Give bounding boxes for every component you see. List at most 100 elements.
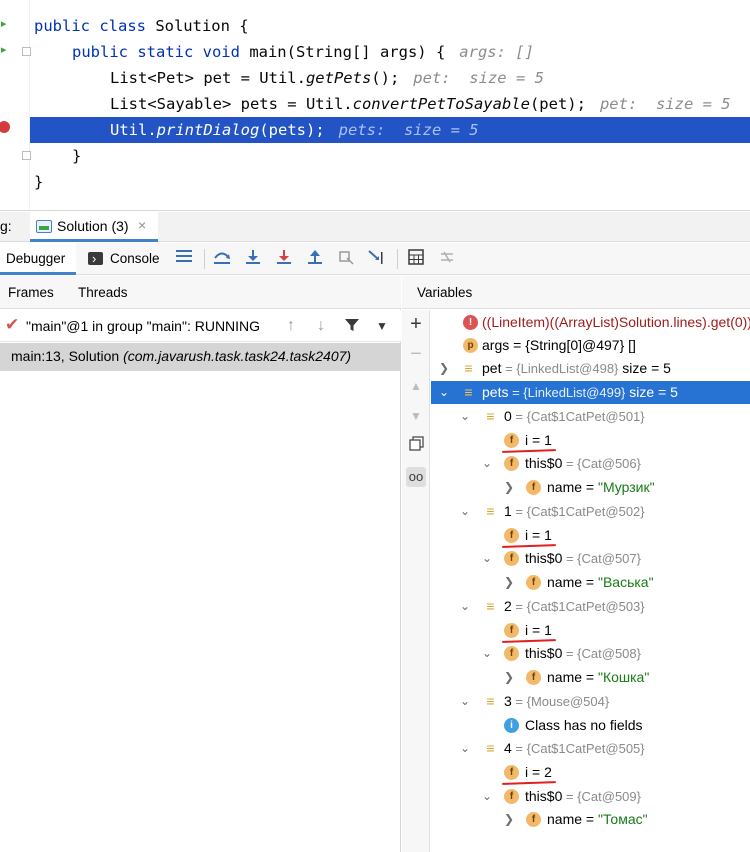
list-icon: ≡ [486, 598, 495, 614]
info-icon: i [504, 718, 519, 733]
close-icon[interactable]: × [138, 217, 146, 233]
inline-debug-hint: pet: size = 5 [599, 95, 731, 113]
layout-menu-icon[interactable] [174, 249, 194, 269]
checkmark-icon: ✔ [5, 315, 20, 334]
variable-row-pet[interactable]: ❯ ≡ pet = {LinkedList@498} size = 5 [431, 357, 750, 380]
tab-debugger[interactable]: Debugger [0, 243, 76, 275]
arrow-down-icon[interactable]: ↓ [312, 317, 330, 335]
glasses-icon[interactable]: oo [406, 467, 426, 487]
field-icon: f [504, 646, 519, 661]
field-icon: f [504, 551, 519, 566]
drop-frame-icon[interactable] [336, 249, 356, 269]
run-to-cursor-icon[interactable] [367, 249, 387, 269]
step-out-icon[interactable] [305, 249, 325, 269]
session-tab-label: Solution (3) [57, 218, 129, 234]
code-line[interactable]: public static void main(String[] args) {… [0, 39, 750, 65]
tab-solution-session[interactable]: Solution (3) × [30, 212, 158, 242]
thread-label: "main"@1 in group "main": RUNNING [26, 318, 261, 334]
field-icon: f [526, 670, 541, 685]
variables-header: Variables [402, 276, 750, 309]
chevron-down-icon[interactable]: ⌄ [481, 785, 493, 808]
evaluate-expression-icon[interactable] [406, 249, 426, 269]
step-into-icon[interactable] [243, 249, 263, 269]
plus-icon[interactable]: + [406, 314, 426, 334]
code-editor[interactable]: ▸ ▸ public class Solution { public stati… [0, 0, 750, 211]
run-configuration-icon [36, 220, 52, 233]
filter-icon[interactable] [343, 317, 361, 335]
field-row-this0[interactable]: ⌄ f this$0 = {Cat@507} [431, 547, 750, 570]
code-line[interactable]: List<Pet> pet = Util.getPets(); pet: size… [0, 65, 750, 91]
chevron-right-icon[interactable]: ❯ [503, 808, 515, 831]
field-icon: f [504, 789, 519, 804]
field-row-i[interactable]: f i = 2 [431, 761, 750, 784]
inline-debug-hint: pet: size = 5 [413, 69, 544, 87]
field-row-this0[interactable]: ⌄ f this$0 = {Cat@506} [431, 452, 750, 475]
frames-pane: Frames Threads ✔ "main"@1 in group "main… [0, 276, 401, 852]
force-step-into-icon[interactable] [274, 249, 294, 269]
debug-window-label: g: [0, 218, 12, 234]
list-icon: ≡ [486, 740, 495, 756]
list-item-1[interactable]: ⌄ ≡ 1 = {Cat$1CatPet@502} [431, 500, 750, 523]
chevron-right-icon[interactable]: ❯ [503, 666, 515, 689]
chevron-down-icon[interactable]: ⌄ [459, 737, 471, 760]
field-row-name[interactable]: ❯ f name = "Васька" [431, 571, 750, 594]
field-icon: f [504, 433, 519, 448]
variables-title: Variables [417, 285, 473, 300]
chevron-down-icon[interactable]: ⌄ [481, 452, 493, 475]
code-line[interactable]: public class Solution { [0, 13, 750, 39]
current-execution-line[interactable]: Util.printDialog(pets); pets: size = 5 [30, 117, 750, 143]
field-row-name[interactable]: ❯ f name = "Мурзик" [431, 476, 750, 499]
field-icon: f [504, 765, 519, 780]
field-row-i[interactable]: f i = 1 [431, 619, 750, 642]
field-row-this0[interactable]: ⌄ f this$0 = {Cat@508} [431, 642, 750, 665]
tab-frames[interactable]: Frames [8, 276, 54, 309]
list-icon: ≡ [486, 693, 495, 709]
list-item-3[interactable]: ⌄ ≡ 3 = {Mouse@504} [431, 690, 750, 713]
chevron-right-icon[interactable]: ❯ [503, 571, 515, 594]
code-line[interactable]: List<Sayable> pets = Util.convertPetToSa… [0, 91, 750, 117]
chevron-right-icon[interactable]: ❯ [503, 476, 515, 499]
list-icon: ≡ [486, 408, 495, 424]
step-over-icon[interactable] [212, 249, 232, 269]
variables-side-toolbar: + − ▲ ▼ oo [402, 310, 430, 852]
minus-icon[interactable]: − [406, 344, 426, 364]
watch-error-row[interactable]: ! ((LineItem)((ArrayList)Solution.lines)… [431, 311, 750, 334]
list-item-4[interactable]: ⌄ ≡ 4 = {Cat$1CatPet@505} [431, 737, 750, 760]
field-row-i[interactable]: f i = 1 [431, 429, 750, 452]
field-row-this0[interactable]: ⌄ f this$0 = {Cat@509} [431, 785, 750, 808]
chevron-down-icon[interactable]: ⌄ [459, 405, 471, 428]
list-icon: ≡ [486, 503, 495, 519]
code-line[interactable]: } [0, 143, 750, 169]
chevron-down-icon[interactable]: ▼ [373, 317, 391, 335]
thread-selector[interactable]: ✔ "main"@1 in group "main": RUNNING ↑ ↓ … [0, 310, 401, 342]
chevron-down-icon[interactable]: ⌄ [481, 547, 493, 570]
move-up-icon[interactable]: ▲ [406, 376, 426, 396]
debug-toolbar: Debugger Console [0, 243, 750, 275]
chevron-down-icon[interactable]: ⌄ [459, 500, 471, 523]
tab-threads[interactable]: Threads [78, 276, 128, 309]
field-row-name[interactable]: ❯ f name = "Кошка" [431, 666, 750, 689]
list-icon: ≡ [464, 360, 473, 376]
variable-row-args[interactable]: p args = {String[0]@497} [] [431, 334, 750, 357]
code-line[interactable]: } [0, 169, 750, 195]
trace-stream-icon[interactable] [437, 249, 457, 269]
parameter-icon: p [463, 338, 478, 353]
chevron-down-icon[interactable]: ⌄ [438, 381, 450, 404]
copy-icon[interactable] [406, 436, 426, 456]
field-row-i[interactable]: f i = 1 [431, 524, 750, 547]
error-icon: ! [463, 315, 478, 330]
move-down-icon[interactable]: ▼ [406, 406, 426, 426]
variable-row-pets[interactable]: ⌄ ≡ pets = {LinkedList@499} size = 5 [431, 381, 750, 404]
field-row-name[interactable]: ❯ f name = "Томас" [431, 808, 750, 831]
chevron-down-icon[interactable]: ⌄ [481, 642, 493, 665]
arrow-up-icon[interactable]: ↑ [282, 317, 300, 335]
list-item-2[interactable]: ⌄ ≡ 2 = {Cat$1CatPet@503} [431, 595, 750, 618]
field-icon: f [526, 480, 541, 495]
list-item-0[interactable]: ⌄ ≡ 0 = {Cat$1CatPet@501} [431, 405, 750, 428]
stack-frame-item[interactable]: main:13, Solution (com.javarush.task.tas… [0, 343, 401, 371]
chevron-down-icon[interactable]: ⌄ [459, 595, 471, 618]
field-icon: f [526, 575, 541, 590]
chevron-down-icon[interactable]: ⌄ [459, 690, 471, 713]
tab-console[interactable]: Console [88, 243, 170, 275]
chevron-right-icon[interactable]: ❯ [438, 357, 450, 380]
